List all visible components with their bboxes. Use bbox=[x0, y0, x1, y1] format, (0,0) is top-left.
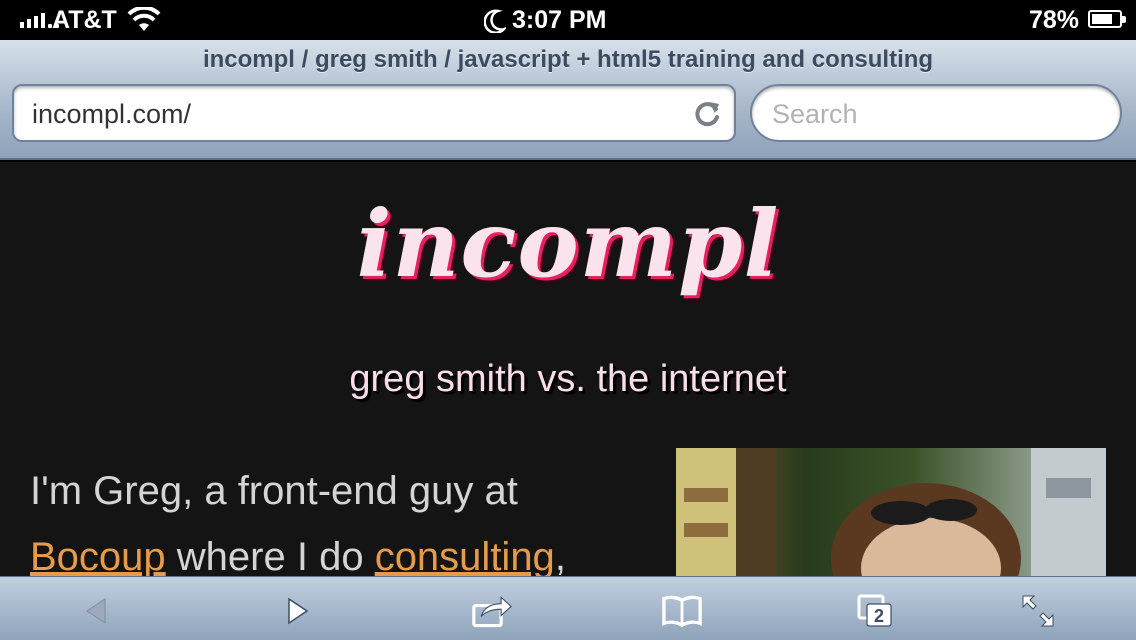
status-bar: AT&T 3:07 PM 78% bbox=[0, 0, 1136, 40]
bottom-toolbar: 2 bbox=[0, 576, 1136, 640]
page-title: incompl / greg smith / javascript + html… bbox=[202, 46, 934, 73]
site-logo[interactable]: incompl bbox=[0, 190, 1136, 298]
share-button[interactable] bbox=[472, 591, 512, 631]
tagline: greg smith vs. the internet bbox=[349, 358, 787, 400]
wifi-icon bbox=[127, 7, 161, 31]
back-button[interactable] bbox=[76, 591, 116, 631]
search-input[interactable] bbox=[772, 98, 1102, 130]
bookmarks-icon bbox=[662, 595, 702, 628]
clock: 3:07 PM bbox=[512, 6, 607, 34]
intro-line-1: I'm Greg, a front-end guy at bbox=[30, 469, 518, 513]
clock-group: 3:07 PM bbox=[484, 6, 606, 35]
tabs-button[interactable]: 2 bbox=[856, 591, 896, 631]
back-icon bbox=[86, 598, 106, 624]
do-not-disturb-moon-icon bbox=[484, 9, 506, 33]
intro-paragraph: I'm Greg, a front-end guy at Bocoup wher… bbox=[30, 458, 660, 576]
search-field[interactable] bbox=[750, 84, 1122, 142]
fullscreen-button[interactable] bbox=[1018, 591, 1058, 631]
consulting-link[interactable]: consulting bbox=[375, 535, 555, 576]
fullscreen-icon bbox=[1022, 595, 1054, 627]
battery-fill bbox=[1092, 14, 1113, 24]
tabs-icon: 2 bbox=[857, 594, 892, 627]
forward-button[interactable] bbox=[278, 591, 318, 631]
address-bar[interactable]: incompl.com/ bbox=[12, 84, 736, 142]
profile-photo bbox=[676, 448, 1106, 576]
share-icon bbox=[472, 596, 512, 628]
bocoup-link[interactable]: Bocoup bbox=[30, 535, 166, 576]
reload-icon[interactable] bbox=[690, 97, 724, 131]
intro-middle-text: where I do bbox=[165, 535, 375, 576]
forward-icon bbox=[288, 597, 309, 625]
carrier-label: AT&T bbox=[52, 6, 117, 34]
battery-icon bbox=[1088, 10, 1126, 28]
battery-percent: 78% bbox=[1028, 6, 1079, 34]
tab-count: 2 bbox=[874, 606, 884, 626]
intro-end-text: , bbox=[554, 535, 566, 576]
url-text[interactable]: incompl.com/ bbox=[32, 99, 191, 130]
browser-header: incompl / greg smith / javascript + html… bbox=[0, 40, 1136, 160]
bookmarks-button[interactable] bbox=[662, 591, 702, 631]
web-page: incompl greg smith vs. the internet I'm … bbox=[0, 162, 1136, 576]
